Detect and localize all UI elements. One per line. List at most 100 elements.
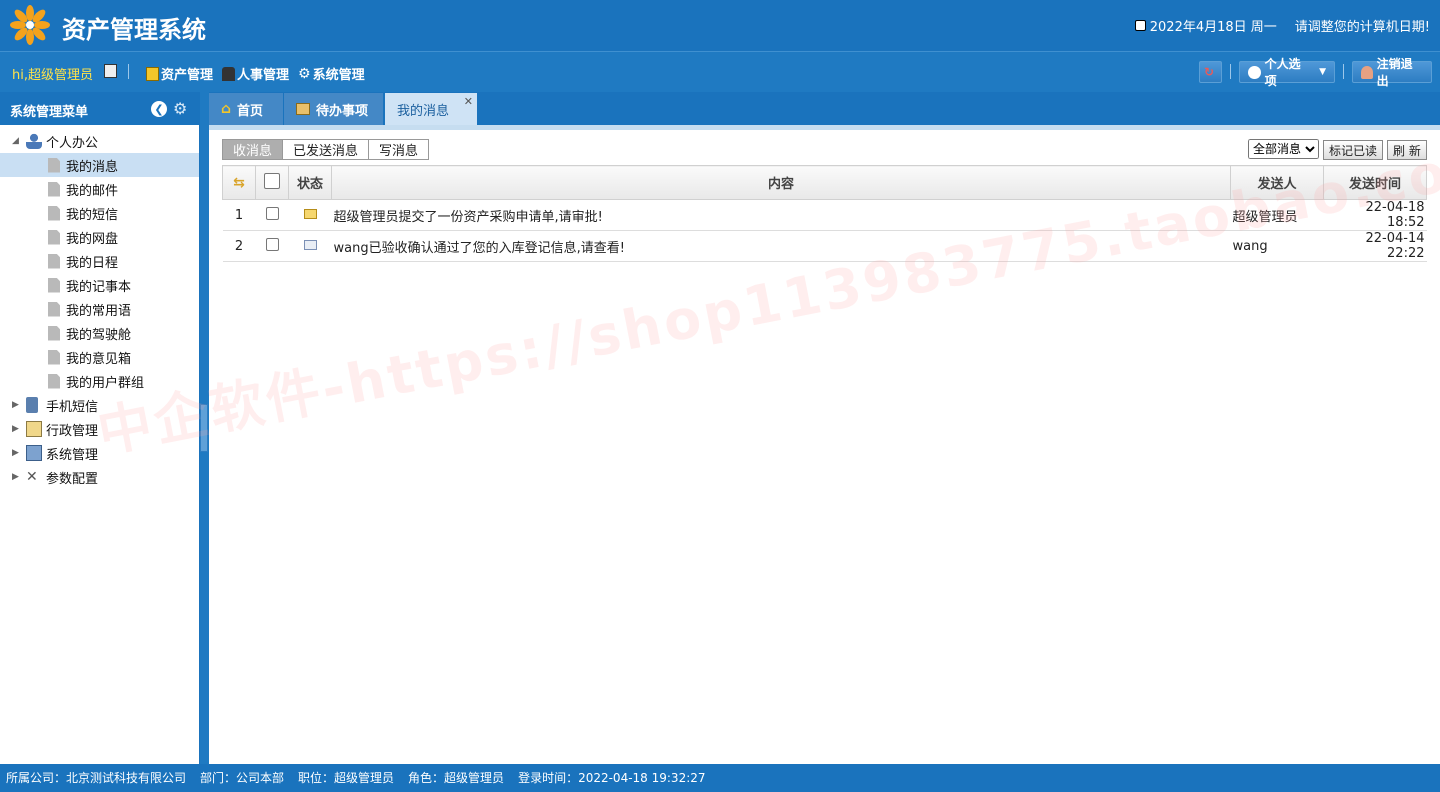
row-checkbox[interactable]	[265, 237, 279, 251]
tab-todo[interactable]: 待办事项	[284, 93, 384, 125]
document-icon	[48, 229, 60, 245]
close-icon[interactable]: ✕	[464, 95, 473, 108]
main-content: 收消息 已发送消息 写消息 全部消息 标记已读 刷 新 ⇆ 状态 内容 发送人 …	[209, 125, 1440, 764]
user-greeting: hi,超级管理员	[12, 68, 93, 83]
document-icon	[48, 205, 60, 221]
status-company: 所属公司：北京测试科技有限公司	[6, 771, 187, 785]
app-title: 资产管理系统	[62, 16, 206, 44]
document-icon	[48, 301, 60, 317]
reload-header[interactable]: ⇆	[222, 165, 256, 200]
current-date: 2022年4月18日 周一	[1149, 20, 1277, 35]
chevron-down-icon: ▼	[1319, 67, 1326, 77]
user-logout-icon	[1361, 65, 1373, 79]
row-number: 1	[222, 199, 256, 231]
tree-item-my-suggestion-box[interactable]: 我的意见箱	[0, 345, 199, 369]
header-datetime: 2022年4月18日 周一 请调整您的计算机日期!	[1134, 16, 1430, 35]
select-all-checkbox[interactable]	[264, 172, 280, 189]
document-icon	[48, 373, 60, 389]
app-header: 资产管理系统 2022年4月18日 周一 请调整您的计算机日期!	[0, 0, 1440, 51]
table-row[interactable]: 2 wang已验收确认通过了您的入库登记信息,请查看! wang 22-04-1…	[222, 230, 1427, 262]
tab-inbox[interactable]: 收消息	[222, 139, 284, 160]
computer-icon	[26, 445, 42, 461]
tab-home[interactable]: ⌂ 首页	[209, 93, 284, 125]
message-time: 22-04-18 18:52	[1323, 199, 1427, 231]
message-content[interactable]: 超级管理员提交了一份资产采购申请单,请审批!	[331, 199, 1231, 231]
tree-item-my-schedule[interactable]: 我的日程	[0, 249, 199, 273]
home-icon: ⌂	[221, 101, 232, 117]
clock-icon	[1134, 20, 1146, 31]
status-header: 状态	[288, 165, 332, 200]
status-role: 角色：超级管理员	[408, 771, 505, 785]
tree-item-my-phrases[interactable]: 我的常用语	[0, 297, 199, 321]
message-sender: wang	[1230, 230, 1324, 262]
tab-sent[interactable]: 已发送消息	[282, 139, 370, 160]
message-content[interactable]: wang已验收确认通过了您的入库登记信息,请查看!	[331, 230, 1231, 262]
message-sub-tabs: 收消息 已发送消息 写消息	[222, 139, 430, 160]
menu-asset-management[interactable]: 资产管理	[146, 64, 213, 83]
sidebar: 系统管理菜单 ❮ ⚙ ◢ 个人办公 我的消息 我的邮件 我的短信 我的网盘 我的…	[0, 92, 200, 764]
tree-item-my-notebook[interactable]: 我的记事本	[0, 273, 199, 297]
hr-icon	[222, 66, 235, 81]
tab-compose[interactable]: 写消息	[368, 139, 430, 160]
refresh-session-button[interactable]: ↻	[1199, 61, 1222, 83]
phone-icon	[26, 397, 38, 413]
menu-hr-management[interactable]: 人事管理	[222, 64, 289, 83]
mark-read-button[interactable]: 标记已读	[1323, 140, 1384, 160]
status-position: 职位：超级管理员	[298, 771, 395, 785]
sidebar-title: 系统管理菜单	[10, 105, 89, 120]
collapsed-arrow-icon: ▶	[12, 448, 19, 458]
table-header-row: ⇆ 状态 内容 发送人 发送时间	[222, 165, 1427, 200]
notepad-icon[interactable]	[104, 64, 117, 78]
message-time: 22-04-14 22:22	[1323, 230, 1427, 262]
document-icon	[48, 181, 60, 197]
tree-item-my-cockpit[interactable]: 我的驾驶舱	[0, 321, 199, 345]
document-icon	[48, 325, 60, 341]
sender-header: 发送人	[1230, 165, 1324, 200]
tree-group-mobile-sms[interactable]: ▶ 手机短信	[0, 393, 199, 417]
tree-group-personal-office[interactable]: ◢ 个人办公	[0, 129, 199, 153]
document-icon	[48, 157, 60, 173]
form-icon	[26, 421, 42, 437]
date-notice: 请调整您的计算机日期!	[1294, 20, 1430, 35]
status-bar: 所属公司：北京测试科技有限公司 部门：公司本部 职位：超级管理员 角色：超级管理…	[0, 764, 1440, 792]
status-login-time: 登录时间：2022-04-18 19:32:27	[518, 771, 706, 785]
tree-group-system[interactable]: ▶ 系统管理	[0, 441, 199, 465]
document-icon	[48, 349, 60, 365]
content-header: 内容	[331, 165, 1231, 200]
time-header: 发送时间	[1323, 165, 1427, 200]
expanded-arrow-icon: ◢	[12, 136, 19, 146]
tree-item-my-user-groups[interactable]: 我的用户群组	[0, 369, 199, 393]
collapsed-arrow-icon: ▶	[12, 400, 19, 410]
logout-button[interactable]: 注销退出	[1352, 57, 1432, 88]
refresh-icon: ↻	[1204, 65, 1215, 79]
logo-icon	[10, 5, 50, 45]
tree-group-admin[interactable]: ▶ 行政管理	[0, 417, 199, 441]
settings-gear-icon[interactable]: ⚙	[173, 101, 189, 117]
sidebar-collapse-handle[interactable]	[200, 404, 208, 452]
tab-my-messages[interactable]: 我的消息 ✕	[385, 93, 478, 125]
help-icon	[1248, 65, 1261, 79]
refresh-button[interactable]: 刷 新	[1387, 140, 1427, 160]
swap-icon: ⇆	[233, 174, 245, 191]
tree-item-my-messages[interactable]: 我的消息	[0, 153, 199, 177]
tree-item-my-mail[interactable]: 我的邮件	[0, 177, 199, 201]
document-icon	[48, 253, 60, 269]
read-envelope-icon	[303, 239, 317, 250]
personal-options-dropdown[interactable]: 个人选项 ▼	[1239, 57, 1335, 88]
asset-icon	[146, 66, 159, 81]
menu-system-management[interactable]: ⚙ 系统管理	[298, 64, 365, 84]
table-row[interactable]: 1 超级管理员提交了一份资产采购申请单,请审批! 超级管理员 22-04-18 …	[222, 199, 1427, 231]
document-icon	[48, 277, 60, 293]
person-icon	[26, 133, 42, 149]
sidebar-header: 系统管理菜单 ❮ ⚙	[0, 92, 199, 125]
tree-item-my-netdisk[interactable]: 我的网盘	[0, 225, 199, 249]
collapse-left-icon[interactable]: ❮	[151, 101, 167, 117]
gear-icon: ⚙	[298, 65, 311, 82]
message-filter-select[interactable]: 全部消息	[1248, 139, 1319, 159]
tab-bar: ⌂ 首页 待办事项 我的消息 ✕	[209, 92, 1440, 125]
tree-item-my-sms[interactable]: 我的短信	[0, 201, 199, 225]
tree-group-params[interactable]: ▶ ✕ 参数配置	[0, 465, 199, 489]
status-dept: 部门：公司本部	[200, 771, 285, 785]
row-checkbox[interactable]	[265, 206, 279, 220]
row-number: 2	[222, 230, 256, 262]
